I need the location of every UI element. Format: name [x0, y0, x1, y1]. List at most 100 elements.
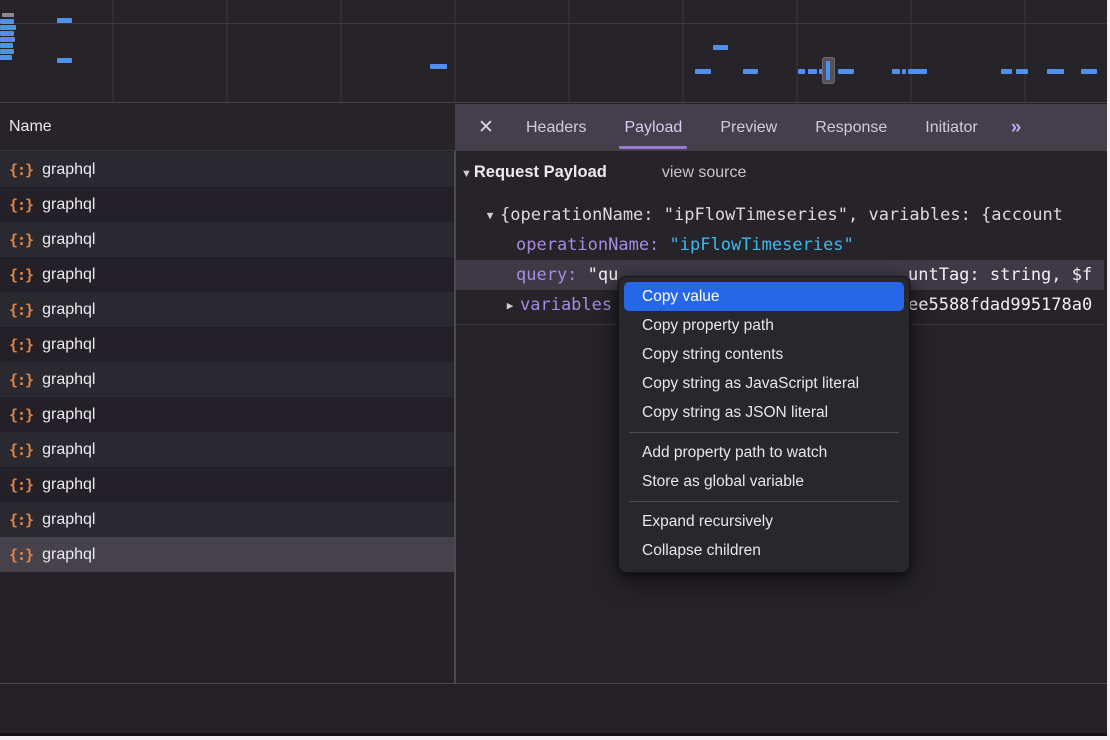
timeline-request-bar [1016, 69, 1028, 74]
context-menu-item[interactable]: Copy value [624, 282, 904, 311]
timeline-hover-marker [822, 57, 835, 84]
request-row[interactable]: {:} graphql [0, 467, 455, 502]
request-name: graphql [42, 231, 95, 249]
timeline-request-bar [0, 43, 13, 48]
timeline-request-bar [0, 25, 16, 30]
request-name: graphql [42, 406, 95, 424]
request-row[interactable]: {:} graphql [0, 397, 455, 432]
timeline-request-bar [798, 69, 805, 74]
timeline-request-bar [57, 18, 72, 23]
timeline-request-bar [808, 69, 817, 74]
close-icon[interactable]: ✕ [465, 104, 507, 151]
property-key: variables [520, 295, 612, 315]
timeline-request-bar [1047, 69, 1064, 74]
request-row[interactable]: {:}graphql [0, 152, 455, 187]
request-list: {:} graphql {:} graphql {:} graphql {:} graphql… [0, 152, 455, 683]
view-source-link[interactable]: view source [662, 164, 746, 182]
request-row[interactable]: {:} graphql [0, 362, 455, 397]
request-name: graphql [42, 196, 95, 214]
property-key: query: [516, 265, 577, 285]
json-braces-icon: {:} [9, 231, 33, 249]
json-braces-icon: {:} [9, 266, 33, 284]
timeline-request-bar [430, 64, 447, 69]
detail-tabs: HeadersPayloadPreviewResponseInitiator [507, 104, 997, 151]
timeline-request-bar [908, 69, 927, 74]
property-value-end: untTag: string, $f [908, 260, 1092, 290]
property-preview-end: ee5588fdad995178a0 [908, 290, 1092, 320]
name-column-header[interactable]: Name [9, 118, 52, 136]
property-value-start: "qu [588, 265, 619, 285]
timeline-request-bar [713, 45, 728, 50]
json-braces-icon: {:} [9, 301, 33, 319]
timeline-request-bar [695, 69, 711, 74]
json-braces-icon: {:} [9, 336, 33, 354]
menu-separator [629, 501, 899, 502]
context-menu-item[interactable]: Add property path to watch [624, 438, 904, 467]
timeline-request-bar [0, 19, 14, 24]
context-menu-item[interactable]: Copy property path [624, 311, 904, 340]
request-row[interactable]: {:}graphql [0, 537, 455, 572]
payload-row-operation-name[interactable]: operationName: "ipFlowTimeseries" [456, 230, 1104, 260]
expander-collapsed-icon[interactable]: ▶ [500, 291, 520, 321]
context-menu-item[interactable]: Copy string contents [624, 340, 904, 369]
timeline-request-bar [743, 69, 758, 74]
payload-root-row[interactable]: ▼{operationName: "ipFlowTimeseries", var… [456, 200, 1104, 230]
network-overview-timeline[interactable] [0, 0, 1107, 103]
context-menu-item[interactable]: Expand recursively [624, 507, 904, 536]
timeline-request-bar [1001, 69, 1012, 74]
request-table-header: Name [0, 104, 455, 151]
section-title: Request Payload [474, 163, 607, 182]
json-braces-icon: {:} [9, 161, 33, 179]
expander-open-icon[interactable]: ▼ [480, 201, 500, 231]
context-menu-item[interactable]: Copy string as JSON literal [624, 398, 904, 427]
request-name: graphql [42, 476, 95, 494]
json-braces-icon: {:} [9, 476, 33, 494]
context-menu-item[interactable]: Store as global variable [624, 467, 904, 496]
timeline-request-bar [838, 69, 854, 74]
tab-initiator[interactable]: Initiator [906, 104, 996, 151]
json-braces-icon: {:} [9, 406, 33, 424]
timeline-request-bar [57, 58, 72, 63]
json-braces-icon: {:} [9, 546, 33, 564]
timeline-request-bar [0, 37, 15, 42]
request-payload-section-header[interactable]: ▼ Request Payload view source [461, 163, 746, 182]
timeline-request-bar [0, 31, 14, 36]
context-menu: Copy valueCopy property pathCopy string … [618, 276, 910, 573]
status-footer [0, 684, 1107, 733]
more-tabs-icon[interactable]: » [997, 104, 1034, 151]
request-row[interactable]: {:} graphql [0, 502, 455, 537]
devtools-window: Name ✕ HeadersPayloadPreviewResponseInit… [0, 0, 1110, 740]
context-menu-item[interactable]: Collapse children [624, 536, 904, 565]
request-row[interactable]: {:} graphql [0, 222, 455, 257]
timeline-marker-bar [826, 61, 830, 80]
json-braces-icon: {:} [9, 511, 33, 529]
timeline-request-bar [892, 69, 900, 74]
request-name: graphql [42, 266, 95, 284]
context-menu-item[interactable]: Copy string as JavaScript literal [624, 369, 904, 398]
timeline-gridline-horizontal [0, 23, 1107, 24]
json-braces-icon: {:} [9, 196, 33, 214]
request-row[interactable]: {:} graphql [0, 257, 455, 292]
request-name: graphql [42, 336, 95, 354]
detail-tabbar: ✕ HeadersPayloadPreviewResponseInitiator… [455, 104, 1107, 151]
request-name: graphql [42, 301, 95, 319]
request-name: graphql [42, 371, 95, 389]
request-row[interactable]: {:} graphql [0, 187, 455, 222]
tab-headers[interactable]: Headers [507, 104, 605, 151]
request-row[interactable]: {:} graphql [0, 292, 455, 327]
timeline-request-bar [0, 49, 14, 54]
request-row[interactable]: {:} graphql [0, 327, 455, 362]
root-object-preview: {operationName: "ipFlowTimeseries", vari… [500, 205, 1063, 225]
property-key: operationName: [516, 235, 659, 255]
menu-separator [629, 432, 899, 433]
request-name: graphql [42, 511, 95, 529]
tab-payload[interactable]: Payload [605, 104, 701, 151]
json-braces-icon: {:} [9, 371, 33, 389]
tab-response[interactable]: Response [796, 104, 906, 151]
tab-preview[interactable]: Preview [701, 104, 796, 151]
timeline-request-bar [0, 55, 12, 60]
request-row[interactable]: {:}graphql [0, 432, 455, 467]
property-value: "ipFlowTimeseries" [670, 235, 854, 255]
request-name: graphql [42, 441, 95, 459]
section-expander-icon[interactable]: ▼ [461, 168, 472, 180]
